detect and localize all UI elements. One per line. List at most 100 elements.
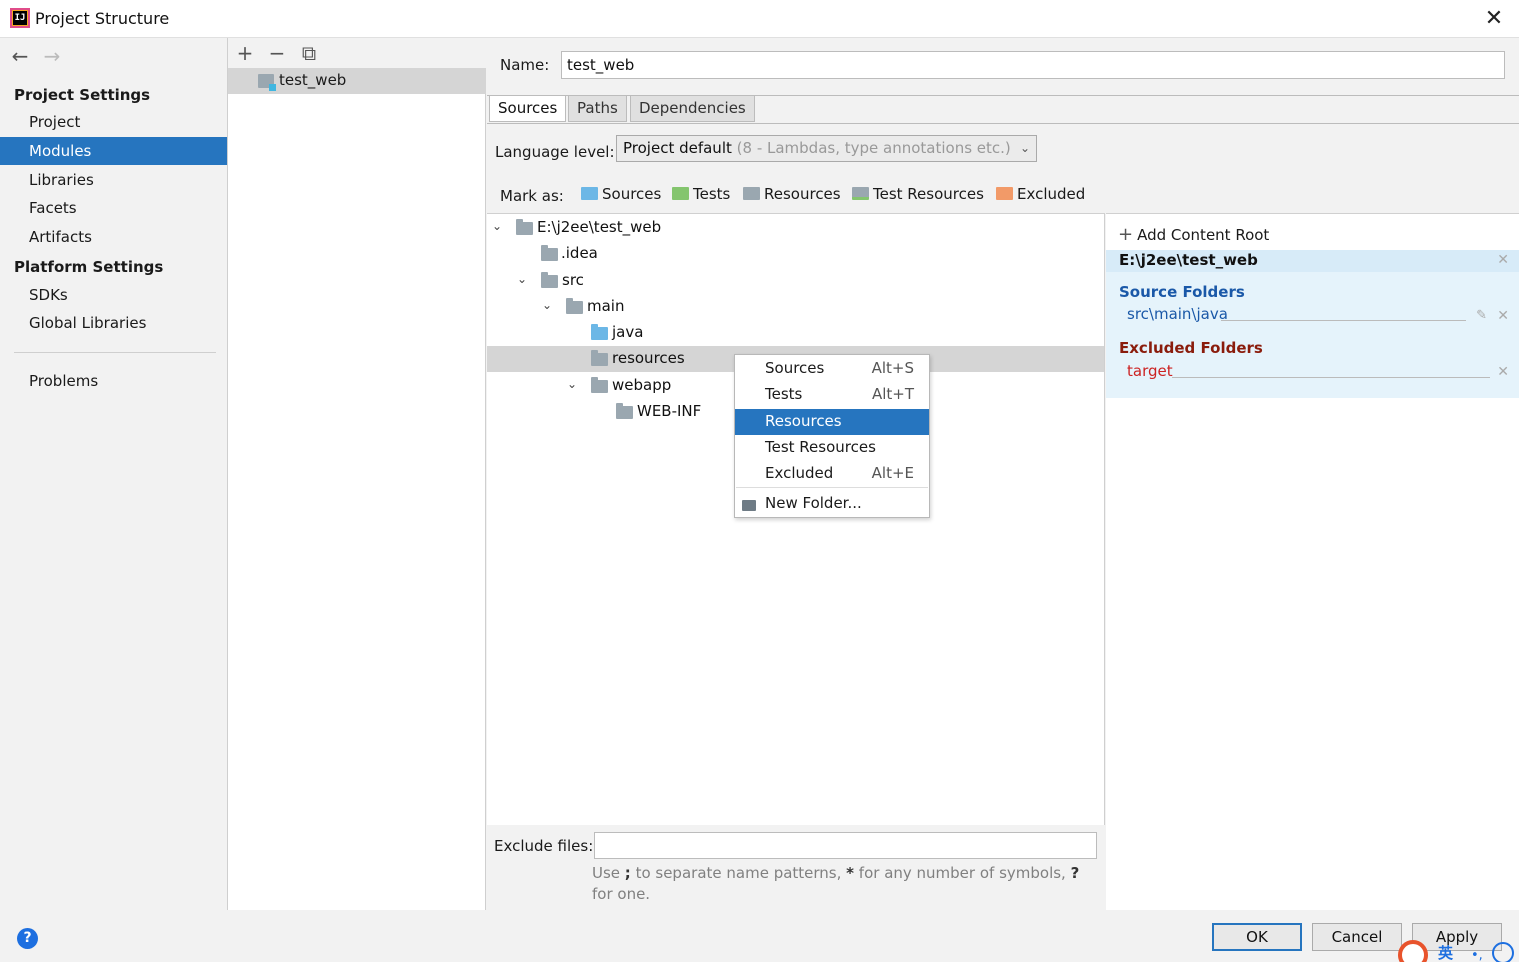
module-settings: Name: Sources Paths Dependencies Languag… — [487, 38, 1519, 910]
remove-content-root-icon[interactable]: ✕ — [1497, 252, 1509, 268]
sogou-ime-icon — [1398, 940, 1428, 962]
menu-item-sources[interactable]: Sources Alt+S — [735, 356, 929, 382]
remove-source-folder-icon[interactable]: ✕ — [1497, 308, 1509, 324]
tree-node-label: E:\j2ee\test_web — [537, 218, 662, 236]
platform-settings-header: Platform Settings — [14, 258, 164, 276]
dialog-buttons-bar: ? OK Cancel Apply 英 •, — [0, 910, 1519, 962]
menu-item-new-folder[interactable]: New Folder... — [735, 491, 929, 517]
help-symbol: * — [846, 864, 855, 882]
source-folder-item[interactable]: src\main\java — [1127, 305, 1228, 323]
sources-folder-icon — [581, 187, 598, 200]
test-resources-folder-icon — [852, 187, 869, 200]
content-root-path: E:\j2ee\test_web — [1119, 251, 1258, 269]
tree-node[interactable]: ⌄ E:\j2ee\test_web — [487, 215, 1104, 241]
help-icon[interactable]: ? — [17, 928, 38, 949]
remove-module-icon[interactable]: − — [264, 40, 290, 66]
menu-item-resources[interactable]: Resources — [735, 409, 929, 435]
menu-item-label: Test Resources — [765, 438, 876, 456]
sidebar-item-facets[interactable]: Facets — [0, 194, 227, 222]
mark-as-resources-button[interactable]: Resources — [743, 185, 841, 207]
mark-as-tests-button[interactable]: Tests — [672, 185, 730, 207]
source-folder-icon — [591, 324, 608, 340]
excluded-folder-item[interactable]: target — [1127, 362, 1173, 380]
add-module-icon[interactable]: + — [232, 40, 258, 66]
tree-node[interactable]: ⌄ main — [487, 294, 1104, 320]
sidebar-item-libraries[interactable]: Libraries — [0, 166, 227, 194]
exclude-files-input[interactable] — [594, 832, 1097, 859]
source-folders-header: Source Folders — [1119, 283, 1245, 301]
forward-arrow-icon[interactable]: → — [40, 44, 64, 68]
exclude-files-help: Use ; to separate name patterns, * for a… — [592, 863, 1097, 905]
chevron-down-icon: ⌄ — [1019, 141, 1030, 155]
tree-node-label: .idea — [561, 244, 598, 262]
chevron-down-icon[interactable]: ⌄ — [540, 298, 554, 312]
copy-module-icon[interactable]: ⧉ — [296, 40, 322, 66]
folder-icon — [541, 272, 558, 288]
tree-node[interactable]: .idea — [487, 241, 1104, 267]
cancel-button[interactable]: Cancel — [1312, 923, 1402, 951]
tab-sources[interactable]: Sources — [489, 96, 567, 122]
ime-toolbar: 英 •, — [1398, 940, 1519, 962]
menu-shortcut: Alt+T — [871, 385, 914, 403]
tree-node[interactable]: ⌄ src — [487, 268, 1104, 294]
sidebar-item-sdks[interactable]: SDKs — [0, 281, 227, 309]
menu-item-label: Sources — [765, 359, 825, 377]
ime-emoji-icon[interactable] — [1492, 942, 1514, 962]
tab-paths[interactable]: Paths — [568, 96, 627, 122]
tree-node-label: WEB-INF — [637, 402, 702, 420]
chevron-down-icon[interactable]: ⌄ — [490, 219, 504, 233]
mark-as-sources-label: Sources — [602, 185, 662, 203]
excluded-folder-icon — [996, 187, 1013, 200]
menu-item-tests[interactable]: Tests Alt+T — [735, 382, 929, 408]
chevron-down-icon[interactable]: ⌄ — [565, 377, 579, 391]
content-root-box: E:\j2ee\test_web ✕ Source Folders src\ma… — [1106, 250, 1519, 398]
module-folder-icon — [258, 74, 276, 91]
add-content-root-button[interactable]: + Add Content Root — [1118, 224, 1269, 245]
folder-icon — [566, 298, 583, 314]
sidebar-item-problems[interactable]: Problems — [0, 367, 227, 395]
close-icon[interactable]: ✕ — [1479, 4, 1509, 34]
content-roots-panel: + Add Content Root E:\j2ee\test_web ✕ Sou… — [1106, 213, 1519, 910]
mark-as-context-menu: Sources Alt+S Tests Alt+T Resources Test… — [734, 354, 930, 518]
mark-as-test-resources-label: Test Resources — [873, 185, 984, 203]
ok-button[interactable]: OK — [1212, 923, 1302, 951]
ime-language-indicator[interactable]: 英 — [1438, 942, 1453, 962]
ime-punctuation-indicator[interactable]: •, — [1471, 948, 1483, 962]
dotted-leader — [1172, 377, 1490, 378]
tree-node-label: main — [587, 297, 625, 315]
name-label: Name: — [500, 56, 550, 74]
sidebar-item-global-libraries[interactable]: Global Libraries — [0, 309, 227, 337]
excluded-folders-header: Excluded Folders — [1119, 339, 1263, 357]
folder-icon — [541, 245, 558, 261]
menu-item-excluded[interactable]: Excluded Alt+E — [735, 461, 929, 487]
sidebar-item-project[interactable]: Project — [0, 108, 227, 136]
mark-as-sources-button[interactable]: Sources — [581, 185, 661, 207]
tree-node[interactable]: java — [487, 320, 1104, 346]
language-level-select[interactable]: Project default (8 - Lambdas, type annot… — [616, 135, 1037, 162]
help-text: to separate name patterns, — [630, 864, 847, 882]
language-level-label: Language level: — [495, 143, 615, 161]
menu-separator — [736, 487, 928, 488]
mark-as-excluded-button[interactable]: Excluded — [996, 185, 1085, 207]
pencil-icon[interactable]: ✎ — [1476, 308, 1487, 323]
language-level-hint: (8 - Lambdas, type annotations etc.) — [736, 139, 1011, 157]
intellij-app-icon: IJ — [10, 8, 30, 28]
mark-as-tests-label: Tests — [693, 185, 731, 203]
sidebar-divider — [14, 352, 216, 353]
resources-folder-icon — [743, 187, 760, 200]
plus-icon: + — [1118, 224, 1134, 245]
chevron-down-icon[interactable]: ⌄ — [515, 272, 529, 286]
mark-as-test-resources-button[interactable]: Test Resources — [852, 185, 984, 207]
exclude-files-label: Exclude files: — [494, 837, 594, 855]
remove-excluded-folder-icon[interactable]: ✕ — [1497, 364, 1509, 380]
back-arrow-icon[interactable]: ← — [8, 44, 32, 68]
help-text: for one. — [592, 885, 651, 903]
menu-item-label: Tests — [765, 385, 803, 403]
module-list-item[interactable]: test_web — [228, 68, 486, 94]
sidebar-item-artifacts[interactable]: Artifacts — [0, 223, 227, 251]
module-name-input[interactable] — [561, 51, 1505, 79]
tab-dependencies[interactable]: Dependencies — [630, 96, 755, 122]
sidebar-item-modules[interactable]: Modules — [0, 137, 227, 165]
menu-item-test-resources[interactable]: Test Resources — [735, 435, 929, 461]
mark-as-resources-label: Resources — [764, 185, 841, 203]
